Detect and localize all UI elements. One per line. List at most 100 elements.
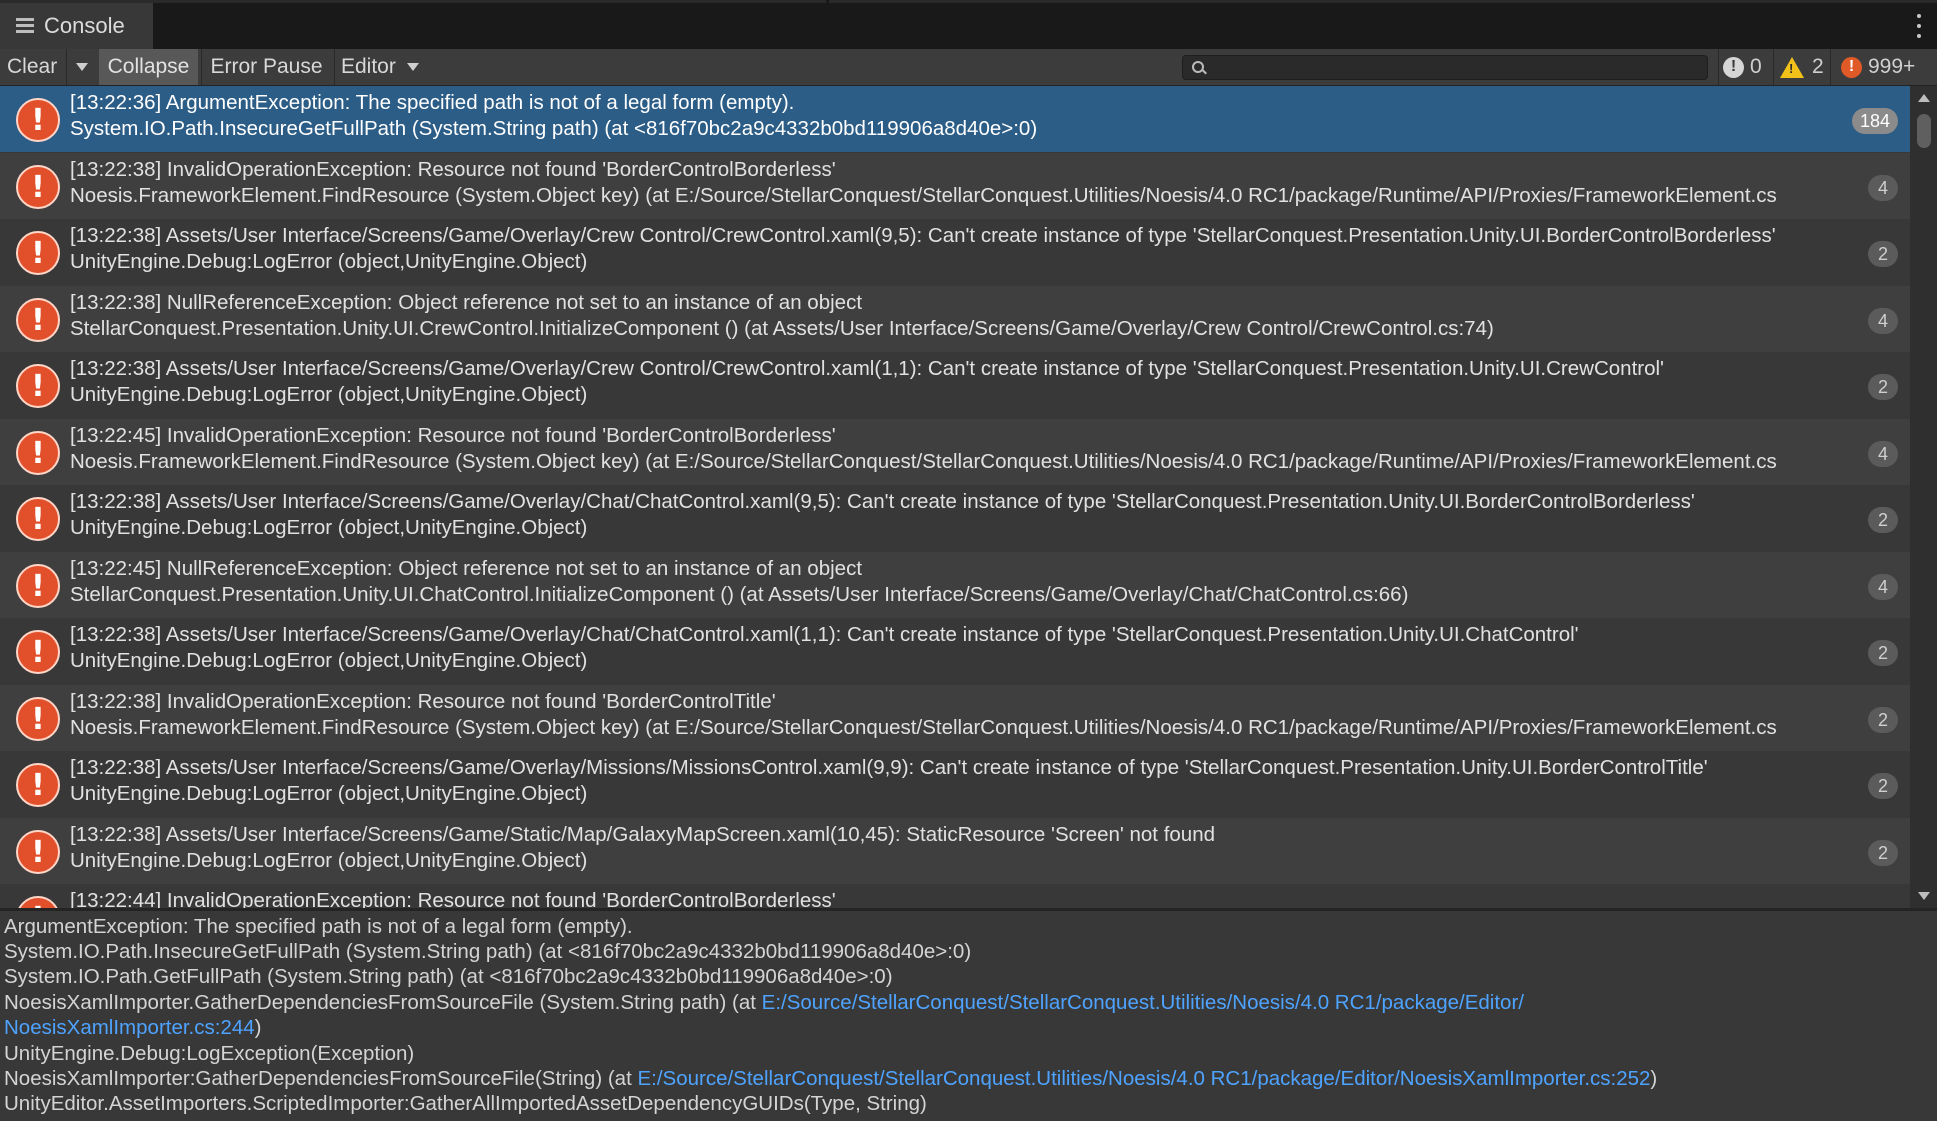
source-file-link[interactable]: NoesisXamlImporter.cs:244 (4, 1016, 255, 1039)
error-icon: ! (16, 896, 60, 908)
log-entry-stack: System.IO.Path.InsecureGetFullPath (Syst… (70, 117, 1038, 140)
collapse-count-badge: 2 (1868, 840, 1898, 866)
error-icon: ! (16, 497, 60, 541)
log-entry-row[interactable]: ! [13:22:38] Assets/User Interface/Scree… (0, 751, 1910, 817)
stack-trace-text: ) (254, 1016, 262, 1039)
log-entry-message: [13:22:44] InvalidOperationException: Re… (70, 889, 836, 908)
errors-toggle[interactable]: ! 999+ (1830, 49, 1937, 85)
stack-trace-line: ArgumentException: The specified path is… (4, 915, 633, 938)
error-icon: ! (16, 564, 60, 608)
search-icon (1192, 61, 1204, 73)
chevron-down-icon (407, 63, 419, 71)
collapse-count-badge: 4 (1868, 441, 1898, 467)
warnings-toggle[interactable]: ! 2 (1773, 49, 1827, 85)
source-file-link[interactable]: E:/Source/StellarConquest/StellarConques… (762, 991, 1524, 1014)
stack-trace-line: System.IO.Path.GetFullPath (System.Strin… (4, 965, 893, 988)
editor-target-dropdown[interactable]: Editor (334, 49, 424, 85)
log-entry-message: [13:22:38] Assets/User Interface/Screens… (70, 490, 1695, 513)
scrollbar-thumb[interactable] (1917, 114, 1931, 148)
log-entry-message: [13:22:38] NullReferenceException: Objec… (70, 291, 863, 314)
collapse-count-badge: 2 (1868, 241, 1898, 267)
log-entry-message: [13:22:36] ArgumentException: The specif… (70, 91, 795, 114)
collapse-count-badge: 4 (1868, 574, 1898, 600)
log-entry-row[interactable]: ! [13:22:38] Assets/User Interface/Scree… (0, 618, 1910, 684)
log-entry-row[interactable]: ! [13:22:38] InvalidOperationException: … (0, 685, 1910, 751)
source-file-link[interactable]: E:/Source/StellarConquest/StellarConques… (637, 1067, 1650, 1090)
error-icon: ! (16, 431, 60, 475)
console-list-icon (16, 16, 34, 36)
stack-trace-panel: ArgumentException: The specified path is… (0, 911, 1937, 1121)
warning-count: 2 (1812, 55, 1824, 78)
error-icon: ! (16, 298, 60, 342)
error-icon: ! (16, 763, 60, 807)
collapse-toggle[interactable]: Collapse (99, 49, 198, 85)
log-entry-message: [13:22:38] Assets/User Interface/Screens… (70, 224, 1776, 247)
error-pause-toggle[interactable]: Error Pause (201, 49, 331, 85)
log-entry-row[interactable]: ! [13:22:45] InvalidOperationException: … (0, 419, 1910, 485)
log-entry-message: [13:22:38] InvalidOperationException: Re… (70, 158, 836, 181)
stack-trace-line: System.IO.Path.InsecureGetFullPath (Syst… (4, 940, 972, 963)
warning-icon: ! (1780, 56, 1804, 78)
log-entry-stack: UnityEngine.Debug:LogError (object,Unity… (70, 782, 588, 805)
log-entry-stack: Noesis.FrameworkElement.FindResource (Sy… (70, 450, 1777, 473)
log-entry-stack: UnityEngine.Debug:LogError (object,Unity… (70, 250, 588, 273)
log-entry-message: [13:22:38] Assets/User Interface/Screens… (70, 623, 1579, 646)
error-count: 999+ (1868, 55, 1916, 78)
info-messages-toggle[interactable]: ! 0 (1718, 49, 1766, 85)
info-count: 0 (1750, 55, 1762, 78)
error-icon: ! (16, 231, 60, 275)
collapse-count-badge: 2 (1868, 507, 1898, 533)
clear-button[interactable]: Clear (0, 49, 66, 85)
log-entry-row[interactable]: ! [13:22:38] NullReferenceException: Obj… (0, 286, 1910, 352)
log-entry-row[interactable]: ! [13:22:38] Assets/User Interface/Scree… (0, 352, 1910, 418)
stack-trace-line: NoesisXamlImporter:GatherDependenciesFro… (4, 1067, 1657, 1091)
collapse-count-badge: 4 (1868, 175, 1898, 201)
error-icon: ! (16, 165, 60, 209)
log-entry-stack: UnityEngine.Debug:LogError (object,Unity… (70, 383, 588, 406)
collapse-count-badge: 2 (1868, 374, 1898, 400)
tab-console-label: Console (44, 13, 125, 38)
collapse-count-badge: 2 (1868, 640, 1898, 666)
error-icon: ! (16, 830, 60, 874)
scroll-down-arrow-icon[interactable] (1918, 892, 1930, 900)
stack-trace-line: UnityEditor.AssetImporters.ScriptedImpor… (4, 1092, 927, 1115)
log-entry-message: [13:22:45] InvalidOperationException: Re… (70, 424, 836, 447)
collapse-count-badge: 4 (1868, 308, 1898, 334)
log-entry-stack: UnityEngine.Debug:LogError (object,Unity… (70, 849, 588, 872)
error-icon: ! (16, 630, 60, 674)
log-entry-row[interactable]: ! [13:22:38] InvalidOperationException: … (0, 153, 1910, 219)
console-window-header: Console (0, 0, 1937, 49)
error-icon: ! (16, 98, 60, 142)
log-entry-row[interactable]: ! [13:22:44] InvalidOperationException: … (0, 884, 1910, 908)
log-entry-stack: UnityEngine.Debug:LogError (object,Unity… (70, 516, 588, 539)
stack-trace-text: NoesisXamlImporter.GatherDependenciesFro… (4, 991, 762, 1014)
log-entry-message: [13:22:38] Assets/User Interface/Screens… (70, 756, 1708, 779)
search-field[interactable] (1182, 55, 1708, 81)
scroll-up-arrow-icon[interactable] (1918, 94, 1930, 102)
log-entry-stack: Noesis.FrameworkElement.FindResource (Sy… (70, 716, 1777, 739)
error-icon: ! (16, 364, 60, 408)
log-entry-list[interactable]: ! [13:22:36] ArgumentException: The spec… (0, 86, 1910, 908)
editor-dropdown-label: Editor (341, 55, 396, 78)
log-entry-row[interactable]: ! [13:22:38] Assets/User Interface/Scree… (0, 219, 1910, 285)
header-divider (829, 0, 1937, 3)
more-options-icon[interactable] (1915, 14, 1923, 38)
log-entry-row[interactable]: ! [13:22:36] ArgumentException: The spec… (0, 86, 1910, 152)
collapse-count-badge: 184 (1851, 108, 1898, 134)
info-icon: ! (1723, 56, 1744, 78)
tab-console[interactable]: Console (0, 3, 153, 49)
console-toolbar: Clear Collapse Error Pause Editor ! 0 ! … (0, 49, 1937, 86)
stack-trace-text: NoesisXamlImporter:GatherDependenciesFro… (4, 1067, 638, 1090)
log-list-scrollbar[interactable] (1910, 86, 1937, 908)
search-input[interactable] (1211, 56, 1695, 81)
log-entry-row[interactable]: ! [13:22:38] Assets/User Interface/Scree… (0, 818, 1910, 884)
log-entry-row[interactable]: ! [13:22:45] NullReferenceException: Obj… (0, 552, 1910, 618)
log-entry-stack: Noesis.FrameworkElement.FindResource (Sy… (70, 184, 1777, 207)
clear-options-dropdown[interactable] (66, 49, 96, 85)
stack-trace-line: NoesisXamlImporter.GatherDependenciesFro… (4, 991, 1524, 1015)
log-entry-stack: StellarConquest.Presentation.Unity.UI.Cr… (70, 317, 1494, 340)
error-icon: ! (16, 697, 60, 741)
log-entry-row[interactable]: ! [13:22:38] Assets/User Interface/Scree… (0, 485, 1910, 551)
stack-trace-line: UnityEngine.Debug:LogException(Exception… (4, 1042, 415, 1065)
collapse-count-badge: 2 (1868, 707, 1898, 733)
